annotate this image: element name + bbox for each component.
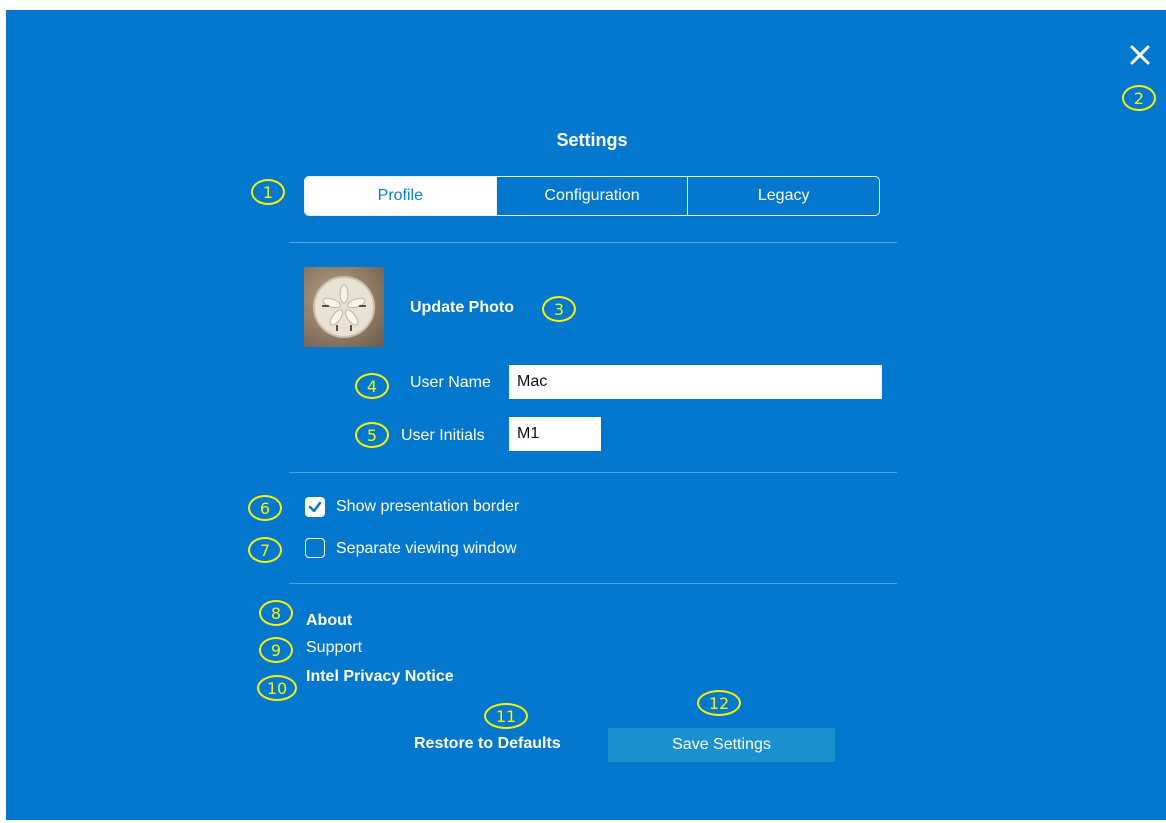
- callout-badge: 11: [484, 703, 528, 729]
- tab-legacy[interactable]: Legacy: [687, 177, 879, 215]
- callout-badge: 1: [251, 179, 285, 205]
- update-photo-link[interactable]: Update Photo: [410, 299, 514, 317]
- user-name-input[interactable]: [509, 365, 882, 399]
- callout-badge: 6: [248, 495, 282, 521]
- divider: [289, 583, 897, 584]
- callout-badge: 5: [355, 422, 389, 448]
- tab-profile[interactable]: Profile: [305, 177, 496, 215]
- callout-badge: 3: [542, 296, 576, 322]
- checkmark-icon: [308, 501, 322, 513]
- callout-badge: 10: [257, 675, 297, 701]
- about-link[interactable]: About: [306, 612, 352, 630]
- callout-badge: 8: [259, 600, 293, 626]
- restore-defaults-button[interactable]: Restore to Defaults: [414, 735, 561, 753]
- callout-badge: 7: [248, 537, 282, 563]
- tab-bar: Profile Configuration Legacy: [304, 176, 880, 216]
- callout-badge: 12: [697, 690, 741, 716]
- user-initials-input[interactable]: [509, 417, 601, 451]
- sand-dollar-image: [313, 276, 375, 338]
- close-button[interactable]: [1123, 38, 1157, 72]
- dialog-title: Settings: [556, 130, 628, 150]
- separate-window-checkbox[interactable]: [305, 538, 325, 558]
- show-border-label: Show presentation border: [336, 498, 520, 515]
- support-link[interactable]: Support: [306, 639, 362, 657]
- divider: [289, 472, 897, 473]
- profile-photo[interactable]: [304, 267, 384, 347]
- close-icon: [1130, 45, 1150, 65]
- callout-badge: 9: [259, 637, 293, 663]
- privacy-notice-link[interactable]: Intel Privacy Notice: [306, 668, 454, 686]
- save-settings-button[interactable]: Save Settings: [608, 728, 835, 762]
- user-initials-label: User Initials: [401, 427, 485, 444]
- tab-configuration[interactable]: Configuration: [495, 177, 688, 215]
- divider: [289, 242, 897, 243]
- separate-window-label: Separate viewing window: [336, 540, 517, 557]
- callout-badge: 2: [1122, 85, 1156, 111]
- show-border-checkbox[interactable]: [305, 497, 325, 517]
- callout-badge: 4: [355, 373, 389, 399]
- user-name-label: User Name: [410, 374, 491, 391]
